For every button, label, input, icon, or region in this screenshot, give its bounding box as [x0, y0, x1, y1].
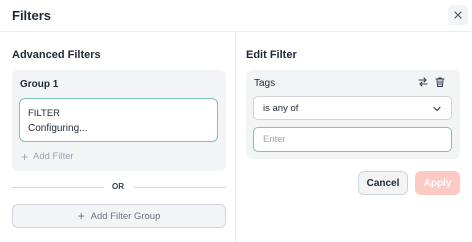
chevron-down-icon: [433, 106, 441, 112]
or-line-left: [12, 187, 104, 188]
add-filter-group-label: Add Filter Group: [90, 210, 161, 222]
plus-icon: +: [21, 149, 29, 164]
field-label: Tags: [254, 78, 276, 89]
or-separator: OR: [12, 181, 226, 193]
plus-icon: +: [77, 209, 85, 223]
operator-select[interactable]: is any of: [253, 96, 452, 120]
advanced-filters-heading: Advanced Filters: [12, 49, 101, 61]
dialog-title: Filters: [12, 8, 52, 23]
add-filter-label: Add Filter: [33, 151, 74, 162]
close-icon: [454, 11, 462, 19]
panel-divider: [235, 32, 236, 242]
filter-status: Configuring...: [28, 123, 88, 134]
or-label: OR: [112, 182, 124, 191]
filter-group: Group 1 FILTER Configuring... + Add Filt…: [12, 70, 226, 171]
trash-icon[interactable]: [434, 76, 446, 88]
filter-value-input[interactable]: [253, 127, 452, 152]
filter-card[interactable]: FILTER Configuring...: [19, 98, 218, 142]
group-label: Group 1: [20, 79, 59, 90]
apply-button[interactable]: Apply: [415, 171, 460, 195]
swap-icon[interactable]: [417, 76, 429, 88]
or-line-right: [134, 187, 226, 188]
filter-name: FILTER: [28, 108, 61, 119]
edit-filter-panel: Tags is any of: [246, 70, 460, 159]
close-button[interactable]: [448, 5, 468, 25]
add-filter-group-button[interactable]: + Add Filter Group: [12, 204, 226, 228]
operator-value: is any of: [263, 103, 299, 114]
cancel-button[interactable]: Cancel: [358, 171, 408, 195]
add-filter-button[interactable]: + Add Filter: [21, 149, 74, 164]
dialog-header: Filters: [0, 0, 472, 32]
edit-filter-heading: Edit Filter: [246, 49, 297, 61]
